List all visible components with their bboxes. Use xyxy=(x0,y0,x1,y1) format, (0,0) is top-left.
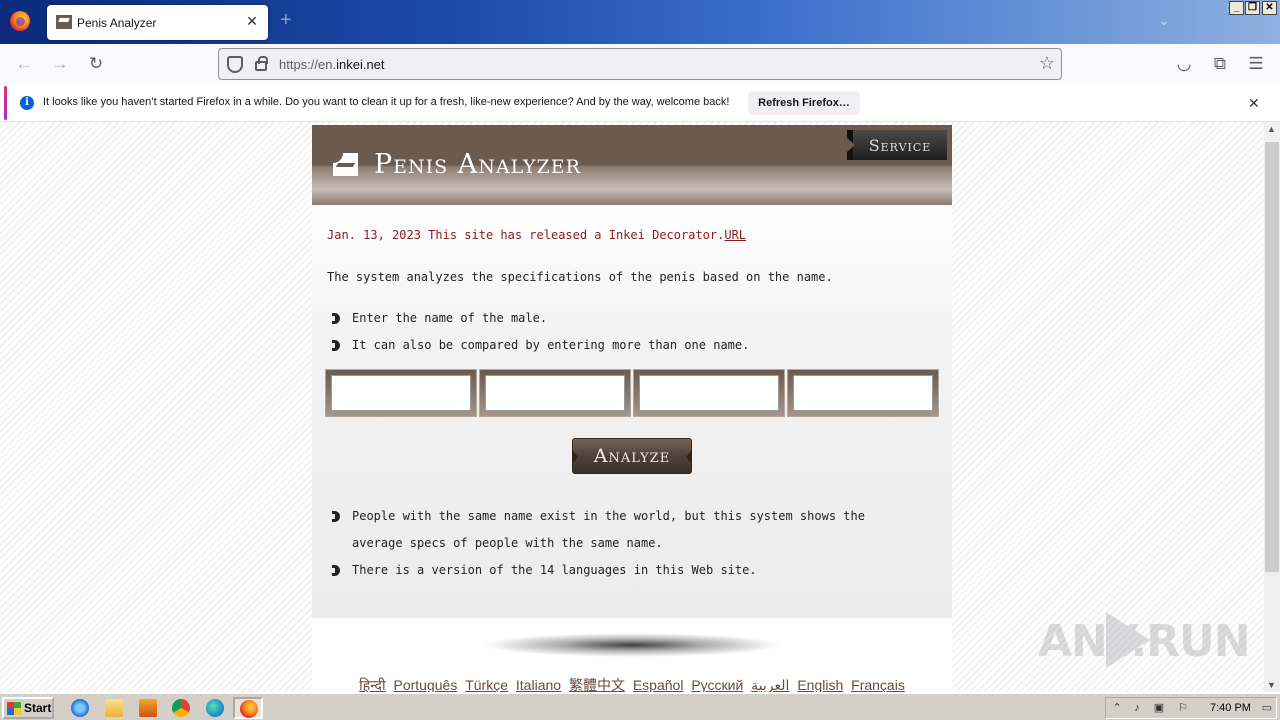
show-desktop-icon[interactable]: ▭ xyxy=(1260,702,1274,715)
close-tab-icon[interactable]: ✕ xyxy=(244,13,260,29)
hamburger-menu-icon[interactable]: ☰ xyxy=(1246,54,1266,74)
instruction-text: It can also be compared by entering more… xyxy=(352,338,750,352)
network-icon[interactable]: ▣ xyxy=(1152,702,1166,715)
lang-link-french[interactable]: Français xyxy=(851,677,905,692)
service-button[interactable]: Service xyxy=(847,130,947,160)
language-links: हिन्दी Português Türkçe Italiano 繁體中文 Es… xyxy=(312,675,952,692)
media-player-icon[interactable] xyxy=(139,699,157,717)
name-input-1[interactable] xyxy=(331,375,471,411)
instruction-text: Enter the name of the male. xyxy=(352,311,548,325)
start-button[interactable]: Start xyxy=(2,697,54,719)
edge-icon[interactable] xyxy=(206,699,224,717)
file-explorer-icon[interactable] xyxy=(105,699,123,717)
analyze-label: Analyze xyxy=(593,445,671,467)
site-container: Penis Analyzer Service Jan. 13, 2023 Thi… xyxy=(312,125,952,692)
clock[interactable]: 7:40 PM xyxy=(1210,702,1251,714)
title-bar: Penis Analyzer ✕ + ⌄ _ ❐ ✕ xyxy=(0,0,1280,44)
firefox-menu-icon[interactable] xyxy=(10,11,30,31)
url-text[interactable]: https://en.inkei.net xyxy=(279,57,385,72)
note-item: There is a version of the 14 languages i… xyxy=(332,557,922,584)
lang-link-russian[interactable]: Русский xyxy=(691,677,743,692)
lang-link-portuguese[interactable]: Português xyxy=(394,677,458,692)
instruction-item: Enter the name of the male. xyxy=(332,305,922,332)
anyrun-watermark: ANY.RUN xyxy=(1038,608,1251,678)
lock-icon[interactable] xyxy=(255,56,268,71)
analyze-button[interactable]: Analyze xyxy=(572,438,692,474)
name-input-3[interactable] xyxy=(639,375,779,411)
close-notification-icon[interactable]: ✕ xyxy=(1248,95,1260,112)
extensions-icon[interactable]: ⧉ xyxy=(1210,54,1230,74)
show-hidden-icons-icon[interactable]: ⌃ xyxy=(1110,702,1124,715)
note-text: There is a version of the 14 languages i… xyxy=(352,563,757,577)
close-window-icon[interactable]: ✕ xyxy=(1262,1,1277,15)
tab-penis-analyzer[interactable]: Penis Analyzer ✕ xyxy=(47,5,268,40)
decorative-shadow xyxy=(482,633,782,657)
windows-flag-icon xyxy=(7,702,21,715)
scroll-down-icon[interactable]: ▼ xyxy=(1267,680,1276,690)
system-tray: ⌃ ♪ ▣ ⚐ 7:40 PM ▭ xyxy=(1105,697,1277,719)
tab-title: Penis Analyzer xyxy=(77,16,157,30)
lang-link-english[interactable]: English xyxy=(797,677,843,692)
minimize-icon[interactable]: _ xyxy=(1229,1,1244,15)
site-logo-icon[interactable] xyxy=(333,153,358,176)
vertical-scrollbar[interactable]: ▲ ▼ xyxy=(1264,122,1280,692)
intro-text: The system analyzes the specifications o… xyxy=(327,270,833,284)
site-header: Penis Analyzer Service xyxy=(312,125,952,205)
note-item: People with the same name exist in the w… xyxy=(332,503,922,557)
restore-icon[interactable]: ❐ xyxy=(1245,1,1260,15)
firefox-icon xyxy=(240,700,258,718)
analyzer-body: Jan. 13, 2023 This site has released a I… xyxy=(312,205,952,618)
scrollbar-thumb[interactable] xyxy=(1265,142,1279,572)
lang-link-spanish[interactable]: Español xyxy=(633,677,684,692)
back-icon[interactable]: ← xyxy=(14,54,34,74)
forward-icon[interactable]: → xyxy=(50,54,70,74)
name-input-frame-3 xyxy=(633,369,785,417)
action-center-flag-icon[interactable]: ⚐ xyxy=(1176,702,1190,715)
refresh-firefox-button[interactable]: Refresh Firefox… xyxy=(748,91,860,115)
site-title[interactable]: Penis Analyzer xyxy=(374,149,581,180)
page-viewport: Penis Analyzer Service Jan. 13, 2023 Thi… xyxy=(0,122,1264,692)
pocket-icon[interactable]: ◡ xyxy=(1174,54,1194,74)
internet-explorer-icon[interactable] xyxy=(71,699,89,717)
tracking-protection-icon[interactable] xyxy=(227,56,243,73)
url-bar[interactable]: https://en.inkei.net ☆ xyxy=(218,48,1062,80)
new-tab-icon[interactable]: + xyxy=(280,10,292,30)
refresh-firefox-notification: i It looks like you haven’t started Fire… xyxy=(0,84,1280,122)
news-url-link[interactable]: URL xyxy=(724,228,746,242)
name-input-2[interactable] xyxy=(485,375,625,411)
list-all-tabs-icon[interactable]: ⌄ xyxy=(1158,12,1176,30)
scroll-up-icon[interactable]: ▲ xyxy=(1267,124,1276,134)
lang-link-hindi[interactable]: हिन्दी xyxy=(359,677,385,692)
news-announcement: Jan. 13, 2023 This site has released a I… xyxy=(327,228,746,242)
lang-link-italian[interactable]: Italiano xyxy=(516,677,561,692)
chrome-icon[interactable] xyxy=(172,699,190,717)
info-icon: i xyxy=(20,96,34,110)
service-label: Service xyxy=(868,136,932,155)
start-label: Start xyxy=(24,701,52,715)
name-input-frame-2 xyxy=(479,369,631,417)
reload-icon[interactable]: ↻ xyxy=(86,54,106,74)
notification-accent xyxy=(4,86,7,120)
news-text: Jan. 13, 2023 This site has released a I… xyxy=(327,228,725,242)
instruction-item: It can also be compared by entering more… xyxy=(332,332,922,359)
lang-link-chinese[interactable]: 繁體中文 xyxy=(569,677,625,692)
name-input-frame-4 xyxy=(787,369,939,417)
bookmark-star-icon[interactable]: ☆ xyxy=(1039,53,1055,74)
volume-icon[interactable]: ♪ xyxy=(1130,702,1144,715)
firefox-taskbar-button[interactable] xyxy=(233,697,263,719)
notification-text: It looks like you haven’t started Firefo… xyxy=(43,96,730,108)
windows-taskbar: Start ⌃ ♪ ▣ ⚐ 7:40 PM ▭ xyxy=(0,692,1280,720)
watermark-text: ANY.RUN xyxy=(1038,616,1251,667)
name-input-4[interactable] xyxy=(793,375,933,411)
name-input-frame-1 xyxy=(325,369,477,417)
site-favicon-icon xyxy=(56,15,72,29)
lang-link-turkish[interactable]: Türkçe xyxy=(465,677,508,692)
navigation-toolbar: ← → ↻ https://en.inkei.net ☆ ◡ ⧉ ☰ xyxy=(0,44,1280,84)
lang-link-arabic[interactable]: العربية xyxy=(751,677,789,692)
note-text: People with the same name exist in the w… xyxy=(352,509,865,550)
